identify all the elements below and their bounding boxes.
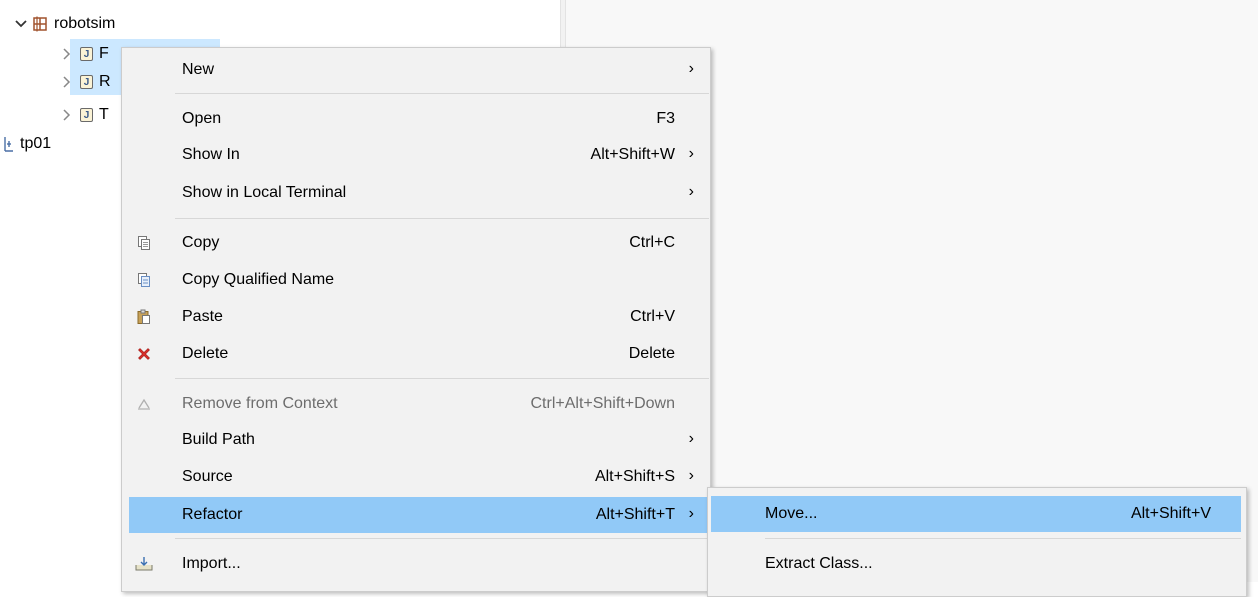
tree-item-file-2[interactable]: J R [60, 70, 111, 94]
chevron-right-icon[interactable] [60, 108, 74, 122]
menu-item-label: New [182, 61, 215, 78]
menu-item-source[interactable]: Source Alt+Shift+S › [129, 459, 709, 495]
menu-item-show-in-local-terminal[interactable]: Show in Local Terminal › [129, 175, 709, 211]
project-label: tp01 [20, 135, 52, 152]
tree-item-tp01[interactable]: tp01 [2, 132, 51, 156]
menu-item-copy-qualified-name[interactable]: Copy Qualified Name [129, 262, 709, 298]
menu-item-label: Import... [182, 555, 241, 572]
menu-item-delete[interactable]: Delete Delete [129, 336, 709, 372]
menu-item-build-path[interactable]: Build Path › [129, 422, 709, 458]
menu-item-shortcut: Alt+Shift+W [590, 146, 675, 163]
menu-item-shortcut: Ctrl+Alt+Shift+Down [530, 395, 675, 412]
submenu-arrow-icon: › [688, 467, 694, 484]
submenu-arrow-icon: › [688, 505, 694, 522]
chevron-right-icon[interactable] [60, 75, 74, 89]
submenu-arrow-icon: › [688, 60, 694, 77]
menu-item-label: Remove from Context [182, 395, 338, 412]
menu-item-label: Show in Local Terminal [182, 184, 347, 201]
java-file-icon: J [80, 47, 93, 61]
package-icon [32, 16, 48, 32]
submenu-arrow-icon: › [688, 183, 694, 200]
menu-separator [765, 538, 1241, 539]
submenu-arrow-icon: › [688, 145, 694, 162]
import-icon [135, 555, 153, 573]
menu-item-label: Show In [182, 146, 240, 163]
copy-qualified-name-icon [135, 271, 153, 289]
menu-item-import[interactable]: Import... [129, 546, 709, 582]
menu-item-label: Paste [182, 308, 223, 325]
tree-item-file-3[interactable]: J T [60, 103, 109, 127]
menu-item-new[interactable]: New › [129, 52, 709, 88]
menu-item-label: Refactor [182, 506, 243, 523]
submenu-arrow-icon: › [688, 430, 694, 447]
menu-separator [175, 378, 709, 379]
menu-item-remove-from-context[interactable]: Remove from Context Ctrl+Alt+Shift+Down [129, 386, 709, 422]
project-folder-icon [2, 135, 16, 153]
remove-context-icon [135, 395, 153, 413]
tree-item-file-1[interactable]: J F [60, 42, 109, 66]
menu-item-shortcut: F3 [656, 110, 675, 127]
menu-item-label: Source [182, 468, 233, 485]
menu-separator [175, 93, 709, 94]
menu-separator [175, 538, 709, 539]
file-label: T [99, 106, 109, 123]
project-label: robotsim [54, 15, 116, 32]
file-label: R [99, 73, 111, 90]
java-file-icon: J [80, 75, 93, 89]
menu-separator [175, 218, 709, 219]
submenu-item-move[interactable]: Move... Alt+Shift+V [711, 496, 1241, 532]
menu-item-shortcut: Alt+Shift+S [594, 468, 675, 485]
menu-item-show-in[interactable]: Show In Alt+Shift+W › [129, 137, 709, 173]
menu-item-shortcut: Alt+Shift+T [595, 506, 675, 523]
menu-item-label: Move... [765, 505, 818, 522]
java-file-icon: J [80, 108, 93, 122]
menu-item-label: Open [182, 110, 222, 127]
menu-item-copy[interactable]: Copy Ctrl+C [129, 225, 709, 261]
chevron-down-icon[interactable] [14, 17, 28, 31]
refactor-submenu: Move... Alt+Shift+V Extract Class... [707, 487, 1247, 597]
chevron-right-icon[interactable] [60, 47, 74, 61]
menu-item-label: Delete [182, 345, 229, 362]
menu-item-label: Copy [182, 234, 220, 251]
submenu-item-extract-class[interactable]: Extract Class... [711, 546, 1241, 582]
file-label: F [99, 45, 109, 62]
menu-item-shortcut: Ctrl+V [630, 308, 675, 325]
menu-item-label: Extract Class... [765, 555, 873, 572]
paste-icon [135, 308, 153, 326]
menu-item-shortcut: Alt+Shift+V [1130, 505, 1211, 522]
menu-item-label: Build Path [182, 431, 255, 448]
menu-item-open[interactable]: Open F3 [129, 101, 709, 137]
copy-icon [135, 234, 153, 252]
context-menu: New › Open F3 Show In Alt+Shift+W › Show… [121, 47, 711, 592]
delete-icon [135, 345, 153, 363]
menu-item-refactor[interactable]: Refactor Alt+Shift+T › [129, 497, 709, 533]
menu-item-shortcut: Ctrl+C [629, 234, 675, 251]
menu-item-label: Copy Qualified Name [182, 271, 335, 288]
menu-item-paste[interactable]: Paste Ctrl+V [129, 299, 709, 335]
tree-item-robotsim[interactable]: robotsim [14, 12, 115, 36]
menu-item-shortcut: Delete [628, 345, 675, 362]
